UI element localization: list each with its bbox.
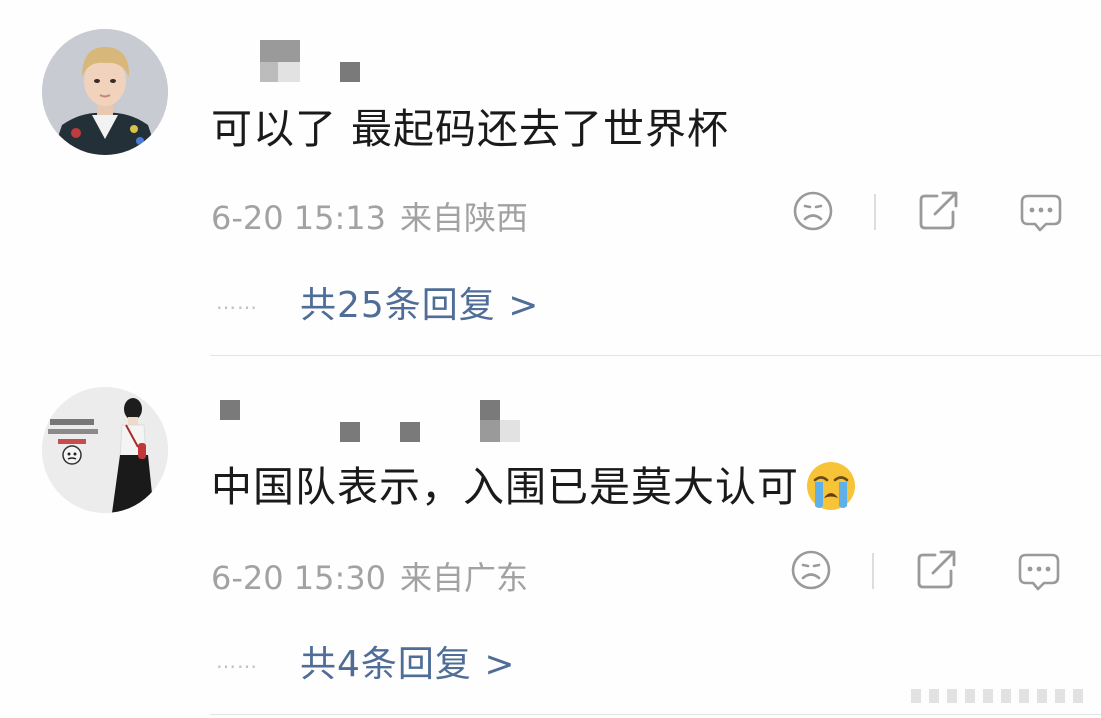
share-button[interactable] <box>913 547 959 593</box>
share-out-icon <box>919 191 958 230</box>
avatar[interactable] <box>42 387 168 513</box>
reply-button[interactable] <box>1016 547 1062 593</box>
username-redacted[interactable] <box>210 35 570 95</box>
comment-item: 中国队表示，入围已是莫大认可 6-20 15:30 来自广东 …… 共4条回复 … <box>0 357 1101 718</box>
action-divider <box>874 194 876 230</box>
username-redacted[interactable] <box>210 399 570 459</box>
comment-time: 6-20 15:13 <box>211 199 387 237</box>
speech-bubble-icon <box>1020 194 1062 232</box>
comment-item: 可以了 最起码还去了世界杯 6-20 15:13 来自陕西 …… 共25条回复 … <box>0 0 1101 356</box>
frown-face-icon <box>791 550 831 590</box>
comment-separator <box>210 355 1101 356</box>
share-button[interactable] <box>915 188 961 234</box>
comment-time: 6-20 15:30 <box>211 559 387 597</box>
comment-text: 中国队表示，入围已是莫大认可 <box>211 462 857 516</box>
comment-location: 来自陕西 <box>400 199 529 237</box>
avatar-image <box>42 387 168 513</box>
reply-dots: …… <box>216 290 258 314</box>
comment-location: 来自广东 <box>400 559 529 597</box>
comment-text-content: 中国队表示，入围已是莫大认可 <box>211 463 799 511</box>
action-divider <box>872 553 874 589</box>
reply-button[interactable] <box>1018 188 1064 234</box>
dislike-button[interactable] <box>788 547 834 593</box>
watermark-graphic <box>911 689 1083 703</box>
dislike-button[interactable] <box>790 188 836 234</box>
replies-link[interactable]: 共25条回复 > <box>300 276 539 328</box>
view-replies[interactable]: …… 共25条回复 > <box>216 276 539 326</box>
avatar[interactable] <box>42 29 168 155</box>
comment-separator <box>210 714 1101 715</box>
reply-dots: …… <box>216 649 258 673</box>
comment-meta: 6-20 15:30 来自广东 <box>211 553 528 599</box>
share-out-icon <box>917 550 956 589</box>
replies-link[interactable]: 共4条回复 > <box>300 635 516 687</box>
comment-list: 可以了 最起码还去了世界杯 6-20 15:13 来自陕西 …… 共25条回复 … <box>0 0 1101 718</box>
loudly-crying-face-icon <box>807 462 855 510</box>
view-replies[interactable]: …… 共4条回复 > <box>216 635 516 685</box>
comment-meta: 6-20 15:13 来自陕西 <box>211 193 528 239</box>
speech-bubble-icon <box>1018 553 1060 591</box>
comment-text: 可以了 最起码还去了世界杯 <box>211 105 730 153</box>
avatar-image <box>42 29 168 155</box>
frown-face-icon <box>793 191 833 231</box>
